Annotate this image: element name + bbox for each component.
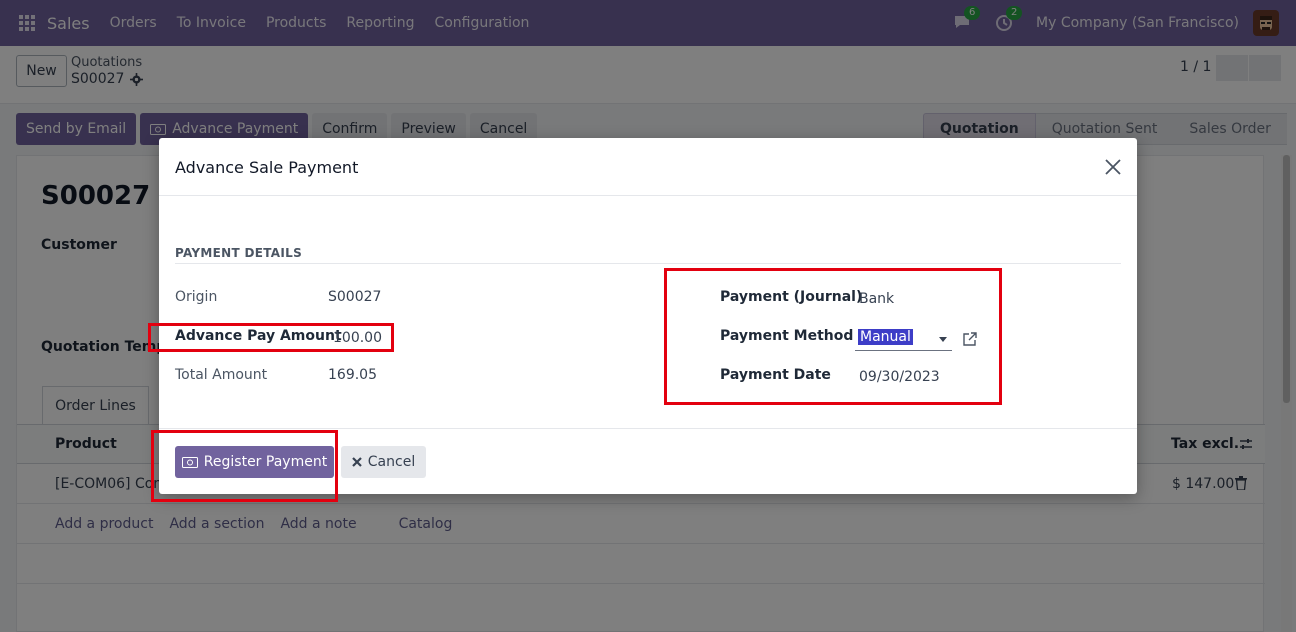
dialog-title: Advance Sale Payment [175,158,359,177]
register-payment-label: Register Payment [203,454,328,470]
total-amount-value: 169.05 [328,367,377,383]
section-divider [175,263,1121,264]
caret-down-icon [939,337,947,342]
payment-date-input[interactable]: 09/30/2023 [859,369,940,385]
register-payment-button[interactable]: Register Payment [175,446,334,478]
dialog-header: Advance Sale Payment [159,138,1137,196]
origin-label: Origin [175,289,218,305]
dialog-cancel-button[interactable]: Cancel [341,446,426,478]
close-icon [352,457,362,467]
close-icon[interactable] [1104,158,1122,176]
payment-journal-label: Payment (Journal) [720,289,863,305]
payment-method-value: Manual [858,329,913,345]
external-link-icon[interactable] [962,331,978,347]
dialog-footer: Register Payment Cancel [159,428,1137,494]
advance-pay-amount-label: Advance Pay Amount [175,328,342,344]
total-amount-label: Total Amount [175,367,268,383]
money-icon [181,456,198,468]
origin-value: S00027 [328,289,382,305]
payment-journal-field[interactable]: Bank [859,291,894,307]
dialog-cancel-label: Cancel [367,454,416,470]
payment-method-label: Payment Method [720,328,854,344]
payment-method-select[interactable]: Manual [855,327,952,351]
payment-details-heading: PAYMENT DETAILS [175,246,303,260]
advance-pay-amount-input[interactable]: 100.00 [333,330,382,346]
payment-date-label: Payment Date [720,367,831,383]
advance-payment-dialog: Advance Sale Payment PAYMENT DETAILS Ori… [159,138,1137,494]
